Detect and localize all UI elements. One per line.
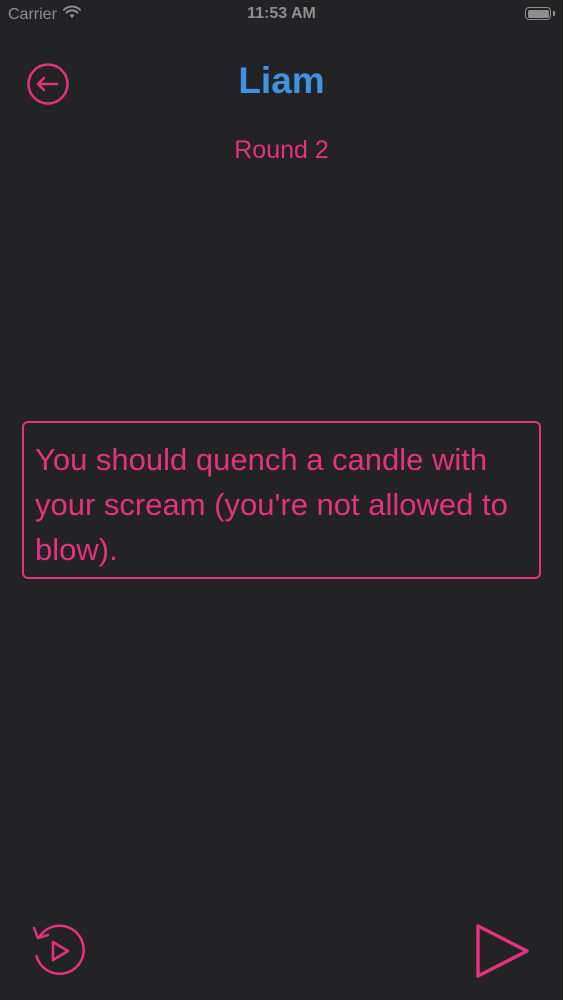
play-triangle-icon xyxy=(476,924,529,978)
next-button[interactable] xyxy=(472,922,532,980)
replay-button[interactable] xyxy=(30,922,90,980)
status-bar: Carrier 11:53 AM xyxy=(0,0,563,30)
battery-icon xyxy=(525,7,551,20)
battery-level xyxy=(527,9,549,18)
task-card: You should quench a candle with your scr… xyxy=(22,421,541,579)
status-time: 11:53 AM xyxy=(247,5,316,22)
task-text: You should quench a candle with your scr… xyxy=(35,442,508,567)
battery-tip xyxy=(553,11,555,16)
player-name-title: Liam xyxy=(238,60,325,101)
replay-circle-icon xyxy=(32,924,85,975)
round-label: Round 2 xyxy=(234,136,329,164)
